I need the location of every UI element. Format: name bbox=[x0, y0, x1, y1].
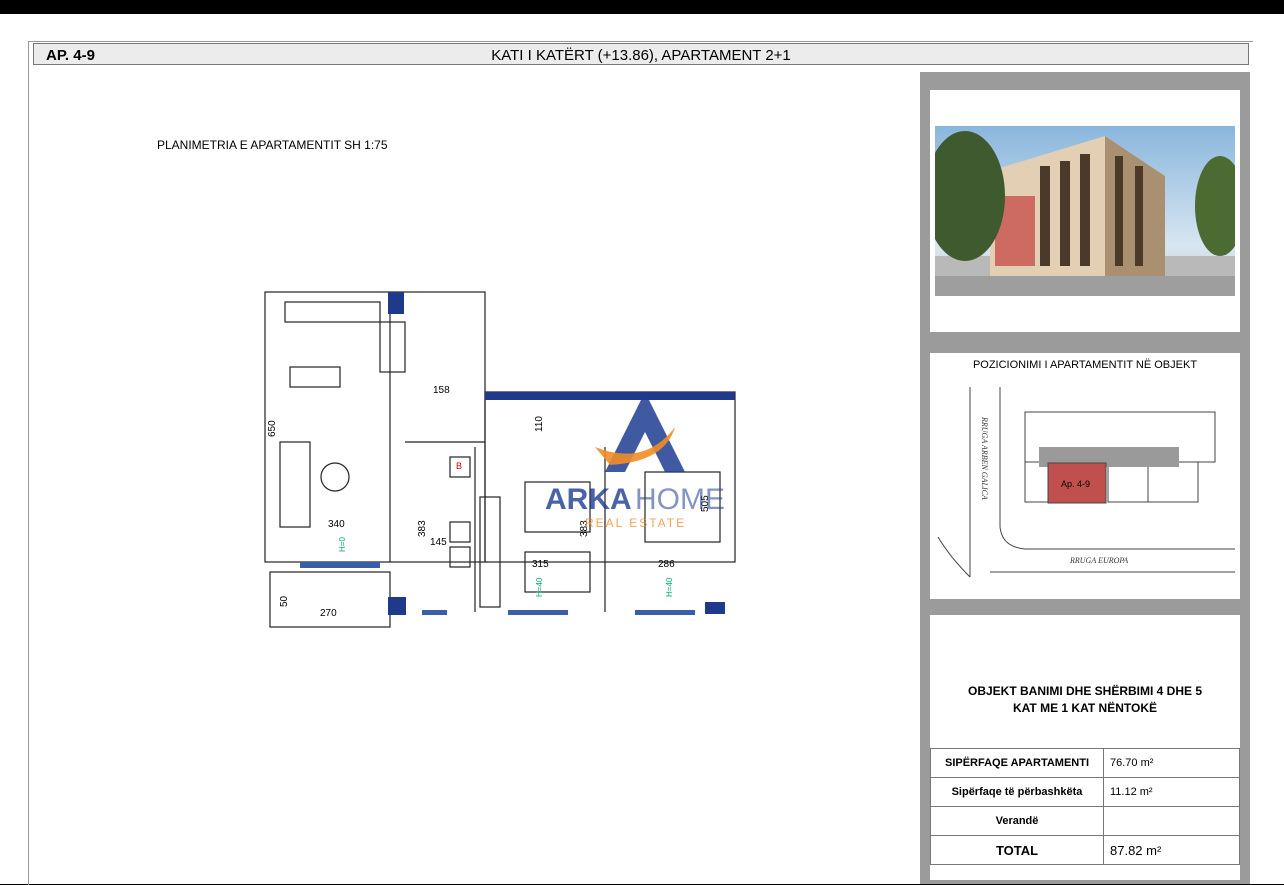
window-living bbox=[300, 562, 380, 568]
column-3 bbox=[705, 602, 725, 614]
street-label-galica: RRUGA ARBEN GALICA bbox=[980, 416, 989, 500]
location-panel: POZICIONIMI I APARTAMENTIT NË OBJEKT Ap.… bbox=[930, 353, 1240, 599]
column-2 bbox=[388, 597, 406, 615]
total-value: 87.82 m² bbox=[1103, 835, 1240, 865]
area-label: Verandë bbox=[930, 806, 1104, 836]
window-bedroom-2 bbox=[635, 610, 695, 615]
dim-label: 383 bbox=[417, 520, 428, 537]
title-bar: AP. 4-9 KATI I KATËRT (+13.86), APARTAME… bbox=[33, 43, 1249, 65]
dim-label: 270 bbox=[320, 608, 337, 619]
wardrobe-1 bbox=[479, 496, 501, 608]
arkahome-logo: ARKA HOME REAL ESTATE bbox=[545, 392, 725, 530]
logo-subtext: REAL ESTATE bbox=[585, 516, 686, 530]
area-value bbox=[1103, 806, 1240, 836]
site-plan: Ap. 4-9 RRUGA EUROPA RRUGA ARBEN GALICA bbox=[937, 387, 1235, 578]
info-column: POZICIONIMI I APARTAMENTIT NË OBJEKT Ap.… bbox=[920, 72, 1250, 884]
dim-label: 286 bbox=[658, 559, 675, 570]
sofa bbox=[279, 441, 311, 528]
coffee-table bbox=[320, 462, 350, 492]
area-label: Sipërfaqe të përbashkëta bbox=[930, 777, 1104, 807]
dim-label: 315 bbox=[532, 559, 549, 570]
location-title: POZICIONIMI I APARTAMENTIT NË OBJEKT bbox=[972, 359, 1198, 371]
logo-text-a: ARKA bbox=[545, 483, 632, 516]
dim-label: 340 bbox=[328, 519, 345, 530]
dining-table bbox=[289, 366, 341, 388]
dim-label: 145 bbox=[430, 537, 447, 548]
h-mark: H=40 bbox=[535, 577, 544, 597]
unit-label: Ap. 4-9 bbox=[1061, 479, 1090, 489]
plan-sheet: AP. 4-9 KATI I KATËRT (+13.86), APARTAME… bbox=[0, 14, 1284, 885]
project-description: OBJEKT BANIMI DHE SHËRBIMI 4 DHE 5 KAT M… bbox=[930, 683, 1240, 717]
h-mark: H=0 bbox=[338, 537, 347, 552]
dim-label: 50 bbox=[279, 595, 290, 607]
table-row: SIPËRFAQE APARTAMENTI 76.70 m² bbox=[930, 748, 1240, 778]
plan-title: PLANIMETRIA E APARTAMENTIT SH 1:75 bbox=[157, 138, 388, 152]
window-bedroom-1 bbox=[508, 610, 568, 615]
area-table: SIPËRFAQE APARTAMENTI 76.70 m² Sipërfaqe… bbox=[930, 748, 1240, 865]
area-label: SIPËRFAQE APARTAMENTI bbox=[930, 748, 1104, 778]
table-row: Sipërfaqe të përbashkëta 11.12 m² bbox=[930, 777, 1240, 807]
project-info-panel: OBJEKT BANIMI DHE SHËRBIMI 4 DHE 5 KAT M… bbox=[930, 615, 1240, 880]
kitchen-side bbox=[379, 321, 406, 373]
bath-tag: B bbox=[456, 461, 462, 471]
table-row: Verandë bbox=[930, 806, 1240, 836]
project-line-1: OBJEKT BANIMI DHE SHËRBIMI 4 DHE 5 bbox=[967, 684, 1203, 698]
window-bath bbox=[422, 610, 447, 615]
sheet-title: KATI I KATËRT (+13.86), APARTAMENT 2+1 bbox=[491, 47, 791, 64]
dim-label: 158 bbox=[433, 385, 450, 396]
table-row-total: TOTAL 87.82 m² bbox=[930, 835, 1240, 865]
building-render-image bbox=[935, 126, 1235, 296]
street-label-europa: RRUGA EUROPA bbox=[1069, 556, 1128, 565]
kitchen-counter bbox=[284, 301, 381, 323]
column-1 bbox=[388, 292, 404, 314]
area-value: 76.70 m² bbox=[1103, 748, 1240, 778]
render-panel bbox=[930, 90, 1240, 332]
total-label: TOTAL bbox=[930, 835, 1104, 865]
bidet bbox=[449, 521, 471, 543]
area-value: 11.12 m² bbox=[1103, 777, 1240, 807]
dim-label: 650 bbox=[267, 420, 278, 437]
sink bbox=[449, 546, 471, 568]
dim-label: 110 bbox=[534, 416, 545, 432]
h-mark: H=40 bbox=[665, 577, 674, 597]
logo-text-b: HOME bbox=[635, 483, 725, 516]
project-line-2: KAT ME 1 KAT NËNTOKË bbox=[1012, 701, 1157, 715]
